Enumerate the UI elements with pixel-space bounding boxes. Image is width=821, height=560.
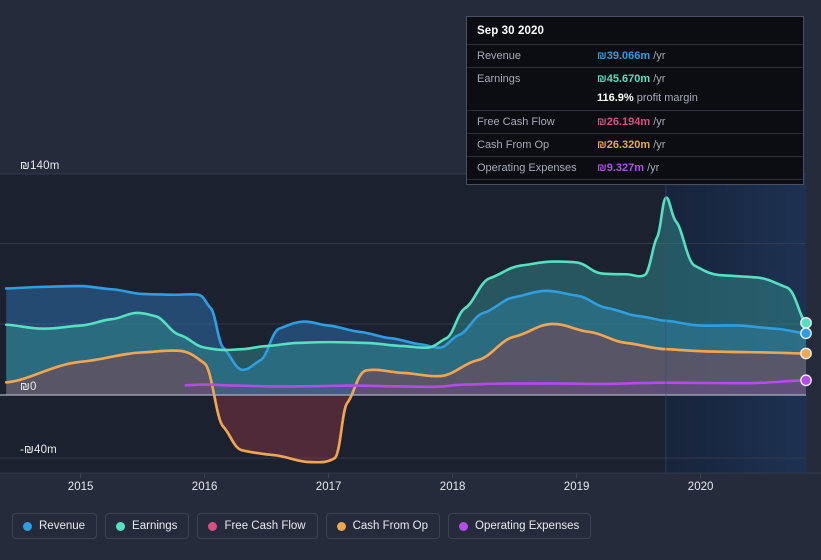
tooltip-row-value: ₪9.327m /yr [597, 162, 660, 174]
legend-item-label: Earnings [132, 520, 178, 532]
tooltip-row-free-cash-flow: Free Cash Flow ₪26.194m /yr [467, 110, 803, 133]
tooltip-row-value: ₪45.670m /yr [597, 73, 666, 85]
tooltip-row-operating-expenses: Operating Expenses ₪9.327m /yr [467, 156, 803, 179]
tooltip-row-value: ₪26.194m /yr [597, 116, 666, 128]
x-axis-tick-label: 2019 [563, 481, 590, 493]
tooltip-row-label: Free Cash Flow [477, 116, 555, 128]
end-marker-cash_from_op [800, 347, 812, 360]
tooltip-row-label: Earnings [477, 73, 521, 85]
tooltip-row-value: ₪39.066m /yr [597, 50, 666, 62]
legend-color-dot-icon [459, 521, 469, 531]
chart-legend: Revenue Earnings Free Cash Flow Cash From O… [12, 513, 592, 539]
legend-item-label: Revenue [39, 520, 86, 532]
tooltip-profit-margin-value: 116.9% profit margin [597, 92, 698, 104]
tooltip-row-value: ₪26.320m /yr [597, 139, 666, 151]
x-axis-tick-label: 2015 [67, 481, 94, 493]
y-axis-tick-label: ₪140m [20, 160, 60, 172]
end-marker-earnings [800, 316, 812, 329]
legend-item-revenue[interactable]: Revenue [12, 513, 98, 539]
end-marker-revenue [800, 327, 812, 340]
legend-color-dot-icon [336, 521, 346, 531]
legend-item-label: Operating Expenses [475, 520, 580, 532]
legend-color-dot-icon [23, 521, 32, 531]
legend-item-free-cash-flow[interactable]: Free Cash Flow [197, 513, 318, 539]
legend-color-dot-icon [116, 521, 126, 531]
legend-item-operating-expenses[interactable]: Operating Expenses [448, 513, 592, 539]
legend-item-cash-from-op[interactable]: Cash From Op [325, 513, 441, 539]
tooltip-date: Sep 30 2020 [477, 25, 544, 37]
x-axis-tick-label: 2017 [315, 481, 342, 493]
tooltip-bottom-rule [467, 179, 803, 184]
x-axis-tick-label: 2018 [439, 481, 466, 493]
tooltip-row-cash-from-op: Cash From Op ₪26.320m /yr [467, 133, 803, 156]
financial-chart-widget: ₪140m ₪0 -₪40m 2015 2016 2017 2018 2019 2020 Sep… [0, 0, 821, 560]
tooltip-row-label: Cash From Op [477, 139, 550, 151]
tooltip-row-earnings: Earnings ₪45.670m /yr [467, 67, 803, 90]
end-marker-operating_expenses [800, 374, 812, 387]
tooltip-rows: Revenue ₪39.066m /yr Earnings ₪45.670m /yr 1… [467, 44, 803, 184]
x-axis-tick-label: 2016 [191, 481, 218, 493]
chart-tooltip: Sep 30 2020 Revenue ₪39.066m /yr Earnings ₪… [466, 16, 804, 185]
tooltip-profit-margin: 116.9% profit margin [467, 90, 803, 110]
legend-color-dot-icon [208, 521, 218, 531]
legend-item-label: Free Cash Flow [224, 520, 306, 532]
tooltip-row-revenue: Revenue ₪39.066m /yr [467, 44, 803, 67]
y-axis-tick-label: ₪0 [20, 381, 37, 393]
tooltip-row-label: Revenue [477, 50, 522, 62]
x-axis-tick-label: 2020 [687, 481, 714, 493]
tooltip-row-label: Operating Expenses [477, 162, 577, 174]
legend-item-label: Cash From Op [352, 520, 429, 532]
legend-item-earnings[interactable]: Earnings [105, 513, 190, 539]
y-axis-tick-label: -₪40m [20, 444, 57, 457]
